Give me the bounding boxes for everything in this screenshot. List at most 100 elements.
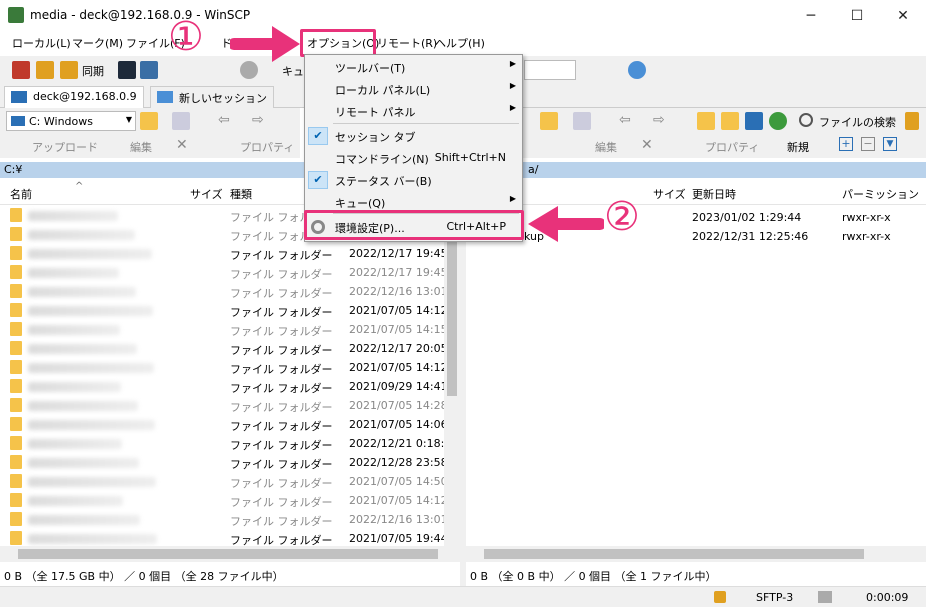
row-type: ファイル フォルダー: [230, 325, 333, 338]
table-row[interactable]: ファイル フォルダー 2022/12/17 19:45: [0, 244, 444, 263]
filter-icon[interactable]: [573, 112, 591, 130]
parent-dir-icon[interactable]: [697, 112, 715, 130]
left-hscroll-thumb[interactable]: [18, 549, 438, 559]
maximize-button[interactable]: ☐: [834, 0, 880, 32]
col-size[interactable]: サイズ: [653, 186, 686, 202]
forward-arrow-icon[interactable]: ⇨: [252, 112, 264, 128]
tab-session[interactable]: deck@192.168.0.9: [4, 86, 144, 108]
table-row[interactable]: ファイル フォルダー 2021/07/05 14:28: [0, 396, 444, 415]
open-folder-icon[interactable]: [540, 112, 558, 130]
home-icon[interactable]: [745, 112, 763, 130]
row-perms: rwxr-xr-x: [842, 211, 891, 224]
search-icon[interactable]: [799, 113, 813, 127]
col-type[interactable]: 種類: [230, 186, 252, 202]
left-drive-select[interactable]: C: Windows ▼: [6, 111, 136, 131]
row-date: 2021/07/05 14:50: [349, 475, 444, 488]
left-properties-button[interactable]: プロパティ: [240, 139, 294, 155]
minus-icon[interactable]: −: [861, 137, 875, 151]
sync-icon[interactable]: [60, 61, 78, 79]
col-permissions[interactable]: パーミッション: [842, 186, 919, 202]
new-button[interactable]: 新規: [787, 139, 809, 155]
compare-icon[interactable]: [12, 61, 30, 79]
folder-icon: [10, 398, 22, 412]
toolbar-combo[interactable]: [524, 60, 576, 80]
close-button[interactable]: ✕: [880, 0, 926, 32]
col-modified[interactable]: 更新日時: [692, 186, 736, 202]
row-date: 2021/07/05 14:12: [349, 494, 444, 507]
right-hscroll[interactable]: [466, 546, 926, 562]
open-folder-icon[interactable]: [140, 112, 158, 130]
table-row[interactable]: ファイル フォルダー 2021/07/05 14:12: [0, 358, 444, 377]
forward-arrow-icon[interactable]: ⇨: [653, 112, 665, 128]
plus-icon[interactable]: +: [839, 137, 853, 151]
menu-remote[interactable]: リモート(R): [377, 35, 437, 51]
menu-item-label: コマンドライン(N): [335, 153, 429, 166]
filter-small-icon[interactable]: ▼: [883, 137, 897, 151]
tree-icon[interactable]: [905, 112, 919, 130]
globe-icon[interactable]: [628, 61, 646, 79]
sync-label[interactable]: 同期: [82, 63, 104, 79]
row-date: 2022/12/21 0:18:4: [349, 437, 444, 450]
col-size[interactable]: サイズ: [190, 186, 223, 202]
table-row[interactable]: ファイル フォルダー 2021/07/05 14:06: [0, 415, 444, 434]
left-upload-button[interactable]: アップロード: [32, 139, 98, 155]
redacted-name: [28, 496, 123, 506]
row-type: ファイル フォルダー: [230, 268, 333, 281]
menu-local[interactable]: ローカル(L): [12, 35, 71, 51]
row-type: ファイル フォルダー: [230, 306, 333, 319]
table-row[interactable]: ファイル フォルダー 2022/12/16 13:01: [0, 510, 444, 529]
refresh-icon[interactable]: [769, 112, 787, 130]
table-row[interactable]: ファイル フォルダー 2021/07/05 14:12: [0, 301, 444, 320]
title-bar: media - deck@192.168.0.9 - WinSCP ─ ☐ ✕: [0, 0, 926, 32]
table-row[interactable]: ファイル フォルダー 2022/12/28 23:58: [0, 453, 444, 472]
table-row[interactable]: ファイル フォルダー 2021/07/05 19:44: [0, 529, 444, 546]
right-properties-button[interactable]: プロパティ: [705, 139, 759, 155]
putty-icon[interactable]: [140, 61, 158, 79]
delete-icon[interactable]: ✕: [641, 137, 653, 153]
folder-icon: [10, 322, 22, 336]
root-dir-icon[interactable]: [721, 112, 739, 130]
left-edit-button[interactable]: 編集: [130, 139, 152, 155]
table-row[interactable]: ファイル フォルダー 2021/07/05 14:50: [0, 472, 444, 491]
left-vscroll[interactable]: [444, 206, 460, 546]
menu-commandline[interactable]: コマンドライン(N) Shift+Ctrl+N: [305, 147, 522, 169]
tab-session-label: deck@192.168.0.9: [33, 90, 137, 103]
menu-session-tabs[interactable]: ✔ セッション タブ: [305, 125, 522, 147]
filter-icon[interactable]: [172, 112, 190, 130]
arrow-one-icon: [230, 26, 300, 62]
checkmark-icon: ✔: [308, 127, 328, 145]
right-hscroll-thumb[interactable]: [484, 549, 864, 559]
preferences-highlight: [304, 210, 524, 240]
col-name[interactable]: 名前: [10, 186, 32, 202]
folder-icon: [10, 417, 22, 431]
right-edit-button[interactable]: 編集: [595, 139, 617, 155]
menu-toolbars[interactable]: ツールバー(T) ▶: [305, 56, 522, 78]
table-row[interactable]: ファイル フォルダー 2022/12/17 19:45: [0, 263, 444, 282]
table-row[interactable]: ファイル フォルダー 2021/07/05 14:12: [0, 491, 444, 510]
tab-new-session[interactable]: 新しいセッション: [150, 86, 274, 108]
menu-local-panel[interactable]: ローカル パネル(L) ▶: [305, 78, 522, 100]
back-arrow-icon[interactable]: ⇦: [218, 112, 230, 128]
find-files-button[interactable]: ファイルの検索: [819, 114, 896, 130]
table-row[interactable]: ファイル フォルダー 2022/12/16 13:01: [0, 282, 444, 301]
menu-help[interactable]: ヘルプ(H): [435, 35, 485, 51]
delete-icon[interactable]: ✕: [176, 137, 188, 153]
row-date: 2022/12/16 13:01: [349, 513, 444, 526]
menu-mark[interactable]: マーク(M): [72, 35, 123, 51]
back-arrow-icon[interactable]: ⇦: [619, 112, 631, 128]
sync-browse-icon[interactable]: [36, 61, 54, 79]
table-row[interactable]: ファイル フォルダー 2021/09/29 14:41: [0, 377, 444, 396]
left-vscroll-thumb[interactable]: [447, 236, 457, 396]
folder-icon: [10, 341, 22, 355]
row-type: ファイル フォルダー: [230, 382, 333, 395]
table-row[interactable]: ファイル フォルダー 2021/07/05 14:15: [0, 320, 444, 339]
table-row[interactable]: ファイル フォルダー 2022/12/21 0:18:4: [0, 434, 444, 453]
row-type: ファイル フォルダー: [230, 458, 333, 471]
minimize-button[interactable]: ─: [788, 0, 834, 32]
table-row[interactable]: ファイル フォルダー 2022/12/17 20:05: [0, 339, 444, 358]
menu-remote-panel[interactable]: リモート パネル ▶: [305, 100, 522, 122]
left-hscroll[interactable]: [0, 546, 460, 562]
menu-statusbar[interactable]: ✔ ステータス バー(B): [305, 169, 522, 191]
console-icon[interactable]: [118, 61, 136, 79]
redacted-name: [28, 382, 121, 392]
